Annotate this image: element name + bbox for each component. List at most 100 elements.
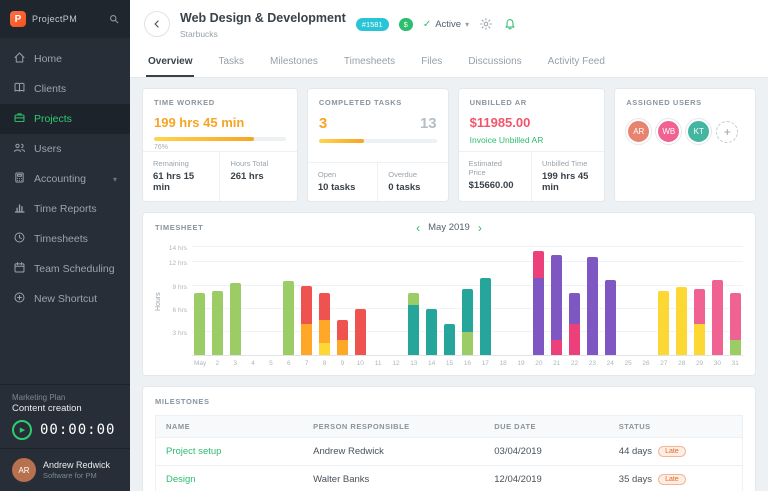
milestones-table: NAME PERSON RESPONSIBLE DUE DATE STATUS … [155, 415, 743, 491]
sidebar-item-label: Team Scheduling [34, 263, 115, 275]
milestone-status-days: 35 days [619, 474, 652, 485]
chart-bar [194, 293, 205, 355]
timer-play-button[interactable]: ▶ [12, 420, 32, 440]
tab-activity-feed[interactable]: Activity Feed [546, 48, 607, 77]
chart-bar [605, 280, 616, 355]
back-button[interactable] [144, 11, 170, 37]
x-tick-label: 30 [712, 360, 723, 367]
next-month-button[interactable]: › [478, 222, 482, 234]
chart-bar [408, 293, 419, 355]
status-label: Active [435, 19, 461, 30]
calendar-icon [13, 261, 26, 277]
col-label: Unbilled Time [542, 159, 594, 168]
card-title: TIME WORKED [154, 98, 286, 107]
bell-icon[interactable] [503, 17, 517, 31]
card-title: COMPLETED TASKS [319, 98, 437, 107]
sidebar-item-clients[interactable]: Clients [0, 74, 130, 104]
bar-segment [676, 287, 687, 355]
sidebar-item-projects[interactable]: Projects [0, 104, 130, 134]
chart-bar [283, 281, 294, 355]
time-worked-percent: 76% [154, 144, 286, 151]
chart-y-axis: 3 hrs6 hrs9 hrs12 hrs14 hrs [162, 248, 192, 356]
plus-circle-icon [13, 291, 26, 307]
col-value: 261 hrs [230, 171, 286, 182]
milestone-due-date: 12/04/2019 [494, 474, 619, 485]
y-tick-label: 6 hrs [173, 307, 187, 314]
project-id-badge: #1581 [356, 18, 389, 31]
x-tick-label: 9 [337, 360, 348, 367]
bar-segment [301, 324, 312, 355]
bar-segment [551, 255, 562, 340]
app-logo: P [10, 11, 26, 27]
chart-bar [694, 289, 705, 355]
milestone-due-date: 03/04/2019 [494, 446, 619, 457]
timesheet-chart: Hours 3 hrs6 hrs9 hrs12 hrs14 hrs May 234… [155, 248, 743, 367]
avatar: AR [12, 458, 36, 482]
clients-icon [13, 81, 26, 97]
x-tick-label: 3 [230, 360, 241, 367]
milestone-name-link[interactable]: Project setup [166, 446, 313, 457]
chart-y-axis-title: Hours [155, 248, 162, 356]
col-value: 10 tasks [318, 182, 367, 193]
sidebar-item-home[interactable]: Home [0, 44, 130, 74]
chart-bar [480, 278, 491, 355]
bar-segment [533, 278, 544, 355]
x-tick-label: 14 [426, 360, 437, 367]
x-tick-label: 24 [605, 360, 616, 367]
bar-segment [337, 340, 348, 355]
status-badge: Late [658, 446, 686, 457]
bar-chart-icon [13, 201, 26, 217]
col-label: Overdue [388, 170, 437, 179]
time-worked-progress-fill [154, 137, 254, 141]
bar-segment [694, 289, 705, 324]
app-window: P ProjectPM Home Clients Projects Users [0, 0, 768, 491]
tab-tasks[interactable]: Tasks [216, 48, 246, 77]
sidebar-item-new-shortcut[interactable]: New Shortcut [0, 284, 130, 314]
x-tick-label: 8 [319, 360, 330, 367]
x-tick-label: 13 [408, 360, 419, 367]
chart-bar [533, 251, 544, 355]
clock-icon [13, 231, 26, 247]
bar-segment [283, 281, 294, 355]
x-tick-label: 2 [212, 360, 223, 367]
users-icon [13, 141, 26, 157]
tab-timesheets[interactable]: Timesheets [342, 48, 397, 77]
add-user-button[interactable]: + [716, 121, 738, 143]
prev-month-button[interactable]: ‹ [416, 222, 420, 234]
sidebar-item-label: Time Reports [34, 203, 97, 215]
page-title: Web Design & Development [180, 11, 346, 25]
timer-widget: Marketing Plan Content creation ▶ 00:00:… [0, 384, 130, 448]
chart-bar [730, 293, 741, 355]
tab-overview[interactable]: Overview [146, 48, 194, 77]
x-tick-label: May [194, 360, 205, 367]
tab-files[interactable]: Files [419, 48, 444, 77]
invoice-unbilled-link[interactable]: Invoice Unbilled AR [470, 135, 594, 145]
bar-segment [658, 291, 669, 355]
page-header: Web Design & Development Starbucks #1581… [130, 0, 768, 48]
x-tick-label: 22 [569, 360, 580, 367]
content-area: TIME WORKED 199 hrs 45 min 76% Remaining… [130, 78, 768, 491]
x-tick-label: 4 [248, 360, 259, 367]
bar-segment [408, 305, 419, 355]
gear-icon[interactable] [479, 17, 493, 31]
sidebar-item-accounting[interactable]: Accounting ▾ [0, 164, 130, 194]
milestone-name-link[interactable]: Design [166, 474, 313, 485]
time-worked-value: 199 hrs 45 min [154, 115, 286, 130]
search-icon[interactable] [108, 13, 120, 25]
play-icon: ▶ [20, 426, 25, 434]
chart-bar [319, 293, 330, 355]
col-header-person: PERSON RESPONSIBLE [313, 422, 494, 431]
sidebar-item-timesheets[interactable]: Timesheets [0, 224, 130, 254]
x-tick-label: 10 [355, 360, 366, 367]
user-profile[interactable]: AR Andrew Redwick Software for PM [0, 448, 130, 491]
sidebar-item-time-reports[interactable]: Time Reports [0, 194, 130, 224]
table-row[interactable]: Design Walter Banks 12/04/2019 35 days L… [156, 465, 742, 491]
sidebar-item-users[interactable]: Users [0, 134, 130, 164]
tab-milestones[interactable]: Milestones [268, 48, 320, 77]
table-row[interactable]: Project setup Andrew Redwick 03/04/2019 … [156, 437, 742, 465]
tab-discussions[interactable]: Discussions [466, 48, 523, 77]
status-dropdown[interactable]: ✓ Active ▾ [423, 19, 469, 30]
y-tick-label: 12 hrs [169, 260, 187, 267]
chart-bar [676, 287, 687, 355]
sidebar-item-team-scheduling[interactable]: Team Scheduling [0, 254, 130, 284]
